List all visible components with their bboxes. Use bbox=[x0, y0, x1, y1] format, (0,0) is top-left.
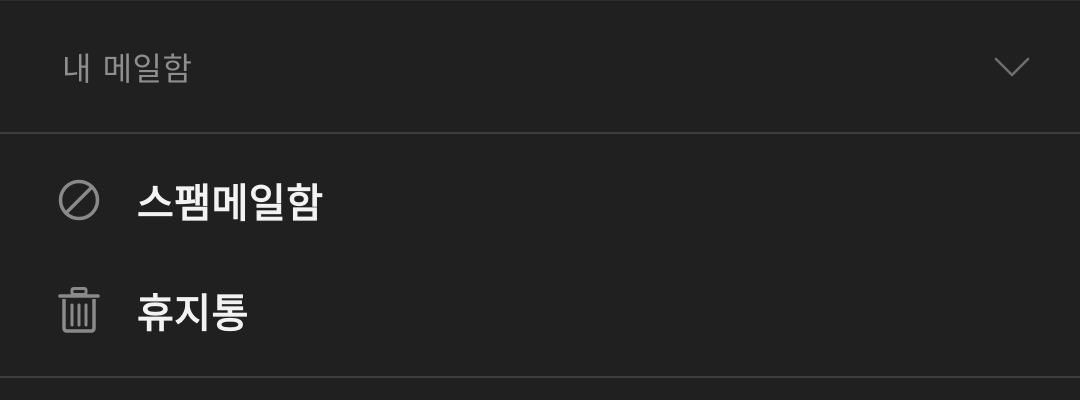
chevron-down-icon[interactable] bbox=[994, 55, 1030, 79]
section-title: 내 메일함 bbox=[62, 49, 193, 88]
folder-item-label: 휴지통 bbox=[137, 291, 249, 337]
divider bbox=[0, 376, 1080, 378]
folder-item-spam[interactable]: 스팸메일함 bbox=[0, 145, 1080, 255]
trash-icon bbox=[56, 287, 102, 333]
divider bbox=[0, 132, 1080, 134]
my-mailbox-header[interactable]: 내 메일함 bbox=[0, 1, 1080, 132]
block-icon bbox=[56, 177, 102, 223]
folder-item-trash[interactable]: 휴지통 bbox=[0, 255, 1080, 365]
mail-folder-menu: 내 메일함 스팸메일함 휴지통 bbox=[0, 0, 1080, 400]
folder-item-label: 스팸메일함 bbox=[137, 181, 324, 227]
